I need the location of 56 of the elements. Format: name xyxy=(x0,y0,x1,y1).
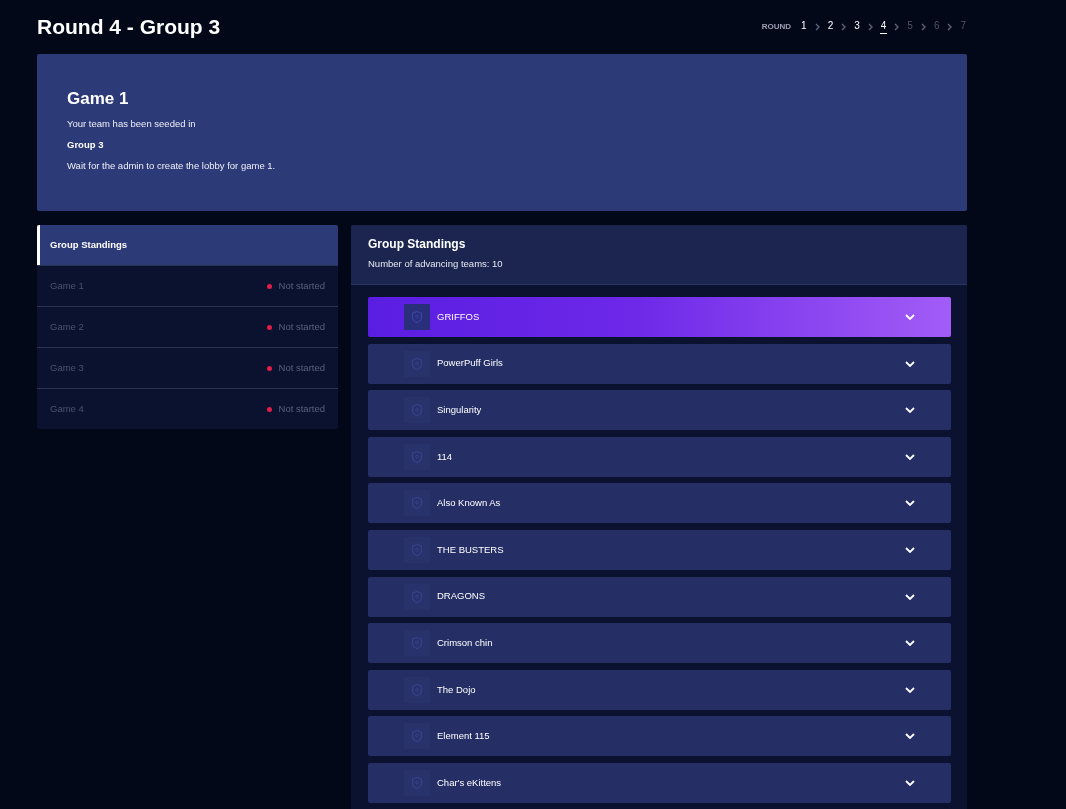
team-row[interactable]: Crimson chin xyxy=(368,623,951,664)
chevron-right-icon xyxy=(841,23,847,31)
standings-title: Group Standings xyxy=(368,237,467,251)
chevron-right-icon xyxy=(867,23,873,31)
round-link[interactable]: 2 xyxy=(826,20,835,34)
chevron-down-icon xyxy=(905,686,915,693)
team-row[interactable]: PowerPuff Girls xyxy=(368,343,951,384)
team-row[interactable]: Also Known As xyxy=(368,483,951,524)
chevron-down-icon xyxy=(905,407,915,414)
status-text: Not started xyxy=(278,319,325,334)
banner-text: Wait for the admin to create the lobby for game 1. xyxy=(67,160,277,173)
shield-icon xyxy=(404,630,430,657)
chevron-down-icon xyxy=(905,500,915,507)
chevron-right-icon xyxy=(947,23,953,31)
chevron-right-icon xyxy=(920,23,926,31)
team-row[interactable]: THE BUSTERS xyxy=(368,529,951,570)
round-label: ROUND xyxy=(761,21,792,33)
team-row[interactable]: Char's eKittens xyxy=(368,762,951,803)
shield-icon xyxy=(404,676,430,703)
round-link[interactable]: 1 xyxy=(800,20,808,34)
shield-icon xyxy=(404,490,430,517)
group-label: Group 3 xyxy=(67,139,105,152)
chevron-down-icon xyxy=(905,314,915,320)
shield-icon xyxy=(404,304,430,330)
team-row[interactable]: 114 xyxy=(368,436,951,477)
banner-text: Your team has been seeded in xyxy=(67,118,197,131)
advancing-teams-text: Number of advancing teams: 10 xyxy=(368,258,504,270)
chevron-down-icon xyxy=(905,779,915,786)
shield-icon xyxy=(404,723,430,750)
shield-icon xyxy=(404,443,430,470)
chevron-down-icon xyxy=(905,546,915,553)
team-row[interactable]: The Dojo xyxy=(368,669,951,710)
team-row[interactable]: Singularity xyxy=(368,390,951,431)
shield-icon xyxy=(404,536,430,563)
chevron-down-icon xyxy=(905,593,915,600)
status-text: Not started xyxy=(278,401,325,416)
shield-icon xyxy=(404,769,430,796)
round-link[interactable]: 4 xyxy=(879,20,888,34)
shield-icon xyxy=(404,397,430,424)
shield-icon xyxy=(404,583,430,610)
chevron-down-icon xyxy=(905,733,915,740)
team-row[interactable]: DRAGONS xyxy=(368,576,951,617)
chevron-right-icon xyxy=(814,23,820,31)
chevron-right-icon xyxy=(894,23,900,31)
banner-title: Game 1 xyxy=(67,88,130,110)
page-title: Round 4 - Group 3 xyxy=(37,14,221,40)
team-row[interactable]: Element 115 xyxy=(368,716,951,757)
chevron-down-icon xyxy=(905,360,915,367)
chevron-down-icon xyxy=(905,640,915,647)
sidebar-tab[interactable]: Group Standings xyxy=(37,225,338,265)
round-link[interactable]: 3 xyxy=(853,20,861,34)
status-text: Not started xyxy=(278,360,325,375)
status-text: Not started xyxy=(278,278,325,293)
chevron-down-icon xyxy=(905,453,915,460)
team-row[interactable]: GRIFFOS xyxy=(368,297,951,337)
shield-icon xyxy=(404,350,430,377)
